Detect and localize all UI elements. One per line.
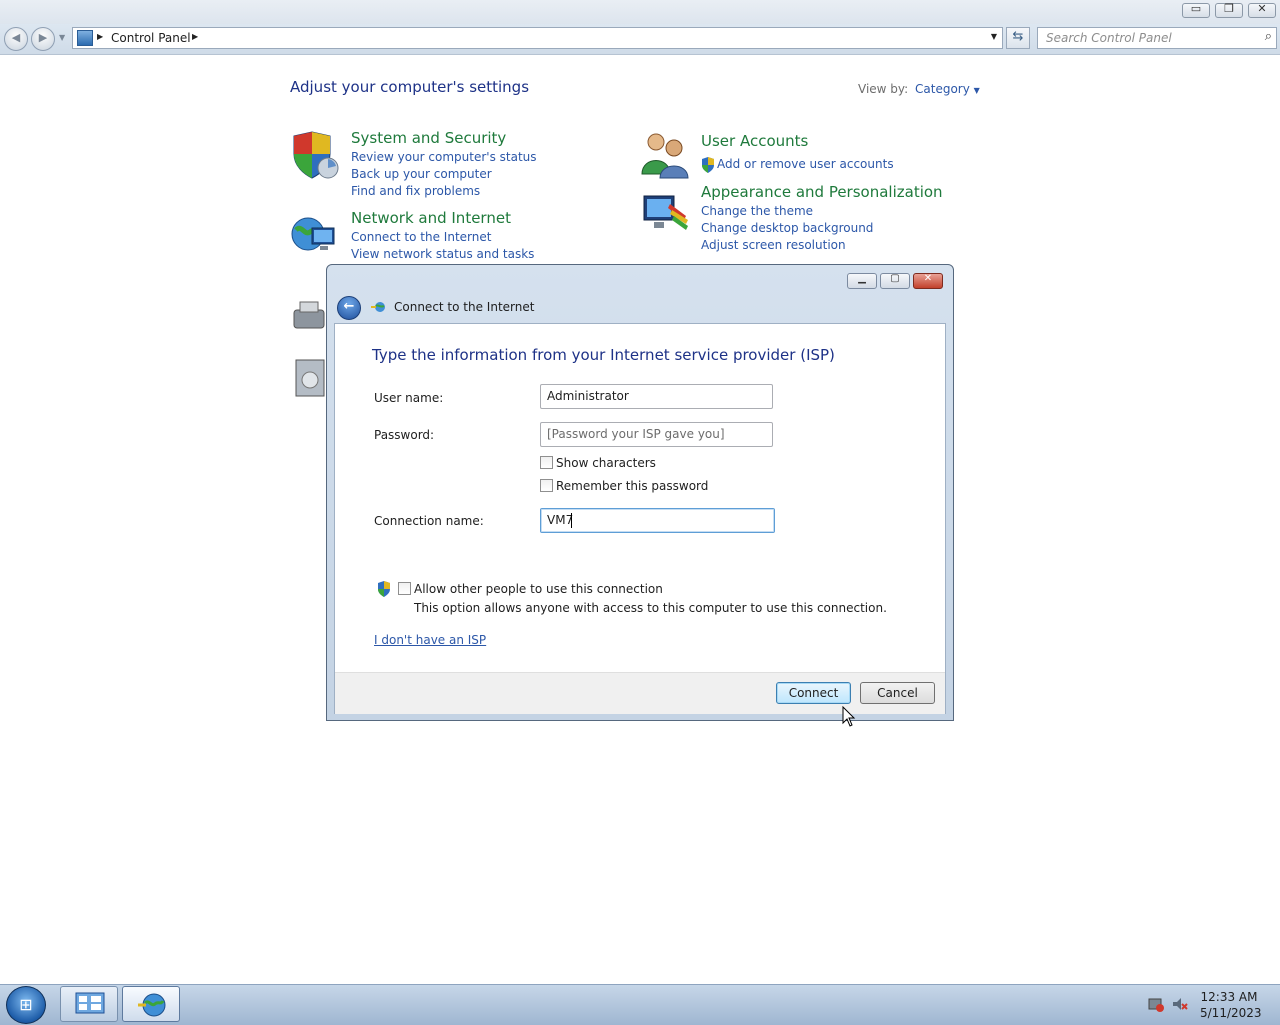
forward-arrow-icon: ▶ [38,31,48,44]
back-arrow-icon: ◀ [11,31,21,44]
category-user-accounts[interactable]: User Accounts [701,132,808,150]
password-placeholder: [Password your ISP gave you] [547,427,725,441]
back-button[interactable]: ◀ [4,27,28,51]
minimize-icon: ▭ [1190,2,1202,15]
mouse-cursor-icon [842,706,856,727]
username-value: Administrator [547,389,629,403]
password-field[interactable]: [Password your ISP gave you] [540,422,773,447]
category-appearance[interactable]: Appearance and Personalization [701,183,943,201]
dialog-title: Connect to the Internet [394,300,535,314]
address-bar[interactable]: ▶ Control Panel ▶ ▼ [72,27,1003,49]
control-panel-icon [77,30,93,46]
chevron-down-icon[interactable]: ▼ [991,32,997,41]
taskbar-clock[interactable]: 12:33 AM 5/11/2023 [1200,989,1262,1021]
uac-shield-icon [702,157,714,173]
dialog-back-button[interactable]: ← [337,296,361,320]
allow-others-checkbox[interactable] [398,582,411,595]
connect-button[interactable]: Connect [776,682,851,704]
search-icon[interactable]: ⌕ [1265,29,1272,44]
link-add-remove-users[interactable]: Add or remove user accounts [717,157,894,171]
link-find-fix[interactable]: Find and fix problems [351,184,480,198]
taskbar-connect-internet[interactable] [122,986,180,1022]
password-label: Password: [374,428,435,442]
programs-icon[interactable] [294,356,328,400]
search-placeholder: Search Control Panel [1046,31,1172,45]
dialog-minimize-button[interactable]: ▁ [847,273,877,289]
search-input[interactable]: Search Control Panel ⌕ [1037,27,1277,49]
shield-icon[interactable] [290,130,340,180]
users-icon[interactable] [640,130,690,180]
cancel-button[interactable]: Cancel [860,682,935,704]
restore-icon: ❐ [1224,2,1234,15]
username-field[interactable]: Administrator [540,384,773,409]
window-title-bar [0,0,1280,24]
view-by-dropdown[interactable]: Category ▼ [915,82,980,96]
back-arrow-icon: ← [343,299,355,314]
start-button[interactable]: ⊞ [6,986,46,1024]
username-label: User name: [374,391,444,405]
text-caret [571,513,572,528]
view-by-label: View by: [858,82,909,96]
dialog-heading: Type the information from your Internet … [372,346,835,364]
recent-pages-dropdown[interactable]: ▼ [59,33,65,42]
link-network-status[interactable]: View network status and tasks [351,247,534,261]
link-screen-resolution[interactable]: Adjust screen resolution [701,238,846,252]
action-center-icon[interactable] [1148,996,1164,1012]
globe-network-icon [138,993,166,1017]
monitor-paint-icon[interactable] [640,190,690,240]
allow-others-description: This option allows anyone with access to… [414,601,887,615]
chevron-down-icon: ▼ [973,86,980,95]
breadcrumb-arrow-icon[interactable]: ▶ [97,32,103,41]
clock-time: 12:33 AM [1200,990,1258,1004]
link-change-theme[interactable]: Change the theme [701,204,813,218]
forward-button[interactable]: ▶ [31,27,55,51]
clock-date: 5/11/2023 [1200,1006,1262,1020]
link-desktop-background[interactable]: Change desktop background [701,221,873,235]
dialog-close-button[interactable]: ✕ [913,273,943,289]
breadcrumb-control-panel[interactable]: Control Panel [111,31,191,45]
remember-password-checkbox[interactable] [540,479,553,492]
link-review-status[interactable]: Review your computer's status [351,150,537,164]
no-isp-link[interactable]: I don't have an ISP [374,633,486,647]
show-characters-checkbox[interactable] [540,456,553,469]
show-characters-label[interactable]: Show characters [556,456,656,470]
refresh-button[interactable]: ⇆ [1006,27,1030,49]
close-icon: ✕ [1257,2,1267,15]
connection-name-field[interactable]: VM7 [540,508,775,533]
network-wizard-icon [371,302,385,312]
minimize-button[interactable]: ▭ [1182,2,1210,18]
link-connect-internet[interactable]: Connect to the Internet [351,230,491,244]
breadcrumb-arrow-icon[interactable]: ▶ [192,32,198,41]
remember-password-label[interactable]: Remember this password [556,479,708,493]
category-network-internet[interactable]: Network and Internet [351,209,511,227]
connection-name-value: VM7 [547,513,574,527]
close-button[interactable]: ✕ [1248,2,1276,18]
restore-button[interactable]: ❐ [1215,2,1243,18]
allow-others-label[interactable]: Allow other people to use this connectio… [414,582,663,596]
globe-network-icon[interactable] [290,212,340,262]
control-panel-icon [75,992,105,1014]
minimize-icon: ▁ [858,273,866,284]
link-backup[interactable]: Back up your computer [351,167,492,181]
category-system-security[interactable]: System and Security [351,129,506,147]
page-title: Adjust your computer's settings [290,78,530,96]
uac-shield-icon [378,581,390,597]
refresh-icon: ⇆ [1012,29,1024,44]
windows-logo-icon: ⊞ [19,995,33,1014]
maximize-icon: ▢ [890,273,900,284]
view-by-value: Category [915,82,970,96]
dialog-maximize-button[interactable]: ▢ [880,273,910,289]
volume-muted-icon[interactable] [1172,996,1188,1012]
connection-name-label: Connection name: [374,514,484,528]
close-icon: ✕ [923,273,933,284]
taskbar-control-panel[interactable] [60,986,118,1022]
hardware-sound-icon[interactable] [292,296,326,336]
taskbar [0,984,1280,1025]
